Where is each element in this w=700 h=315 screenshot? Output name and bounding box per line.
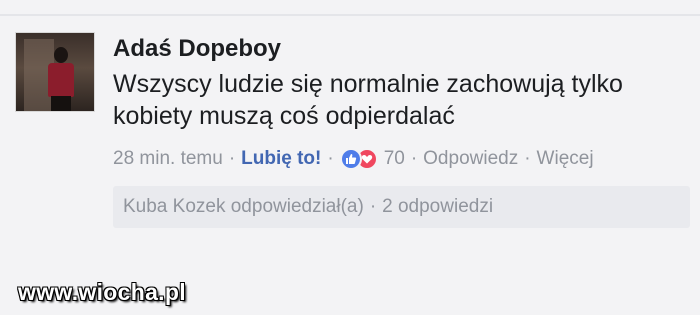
replies-preview[interactable]: Kuba Kozek odpowiedział(a) · 2 odpowiedz… — [113, 186, 690, 228]
avatar[interactable] — [15, 32, 95, 112]
reply-button[interactable]: Odpowiedz — [423, 148, 518, 170]
comment-body: Adaś Dopeboy Wszyscy ludzie się normalni… — [113, 32, 690, 228]
watermark: www.wiocha.pl — [18, 279, 186, 305]
replies-author-text: Kuba Kozek odpowiedział(a) — [123, 196, 364, 217]
reactions[interactable] — [339, 148, 378, 170]
replies-count: 2 odpowiedzi — [382, 196, 494, 217]
more-button[interactable]: Więcej — [537, 148, 594, 170]
comment-timestamp[interactable]: 28 min. temu — [113, 148, 223, 170]
comment-text: Wszyscy ludzie się normalnie zachowują t… — [113, 70, 623, 130]
reaction-count[interactable]: 70 — [384, 148, 405, 170]
like-icon — [339, 148, 362, 170]
top-divider — [0, 14, 700, 16]
like-button[interactable]: Lubię to! — [241, 148, 321, 170]
separator: · — [327, 148, 334, 169]
separator: · — [228, 148, 236, 169]
comment-author[interactable]: Adaś Dopeboy — [113, 32, 690, 66]
separator: · — [369, 196, 377, 217]
separator: · — [410, 148, 418, 169]
separator: · — [524, 148, 531, 169]
comment-actions: 28 min. temu · Lubię to! · 70 · Odpowied… — [113, 146, 690, 172]
